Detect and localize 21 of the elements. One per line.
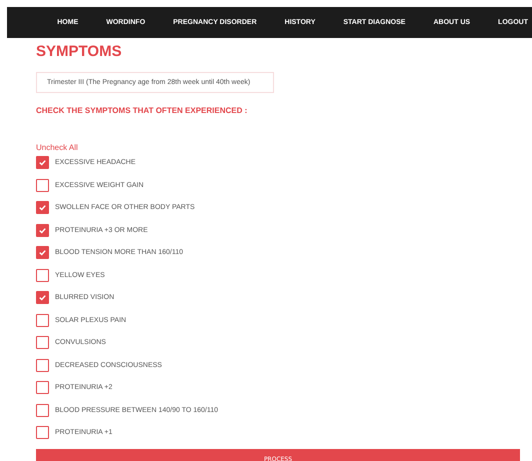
checkbox[interactable] [36,426,49,439]
check-icon [38,293,47,302]
checkbox[interactable] [36,268,49,282]
section-heading: CHECK THE SYMPTOMS THAT OFTEN EXPERIENCED : [36,106,248,115]
check-icon [38,158,47,167]
checkbox[interactable] [36,381,49,394]
checkbox[interactable] [36,178,49,192]
page-title: SYMPTOMS [36,42,123,62]
check-icon [38,203,47,212]
checkbox[interactable] [36,314,49,326]
check-icon [38,226,47,234]
checkbox[interactable] [36,336,49,349]
checkbox[interactable] [36,201,49,214]
checkbox[interactable] [36,291,49,304]
checkbox[interactable] [36,224,49,236]
checkbox[interactable] [36,404,49,416]
check-icon [38,248,47,257]
uncheck-all-link[interactable]: Uncheck All [36,143,78,152]
checkbox[interactable] [36,246,49,259]
checkbox[interactable] [36,156,49,169]
checkbox[interactable] [36,358,49,372]
